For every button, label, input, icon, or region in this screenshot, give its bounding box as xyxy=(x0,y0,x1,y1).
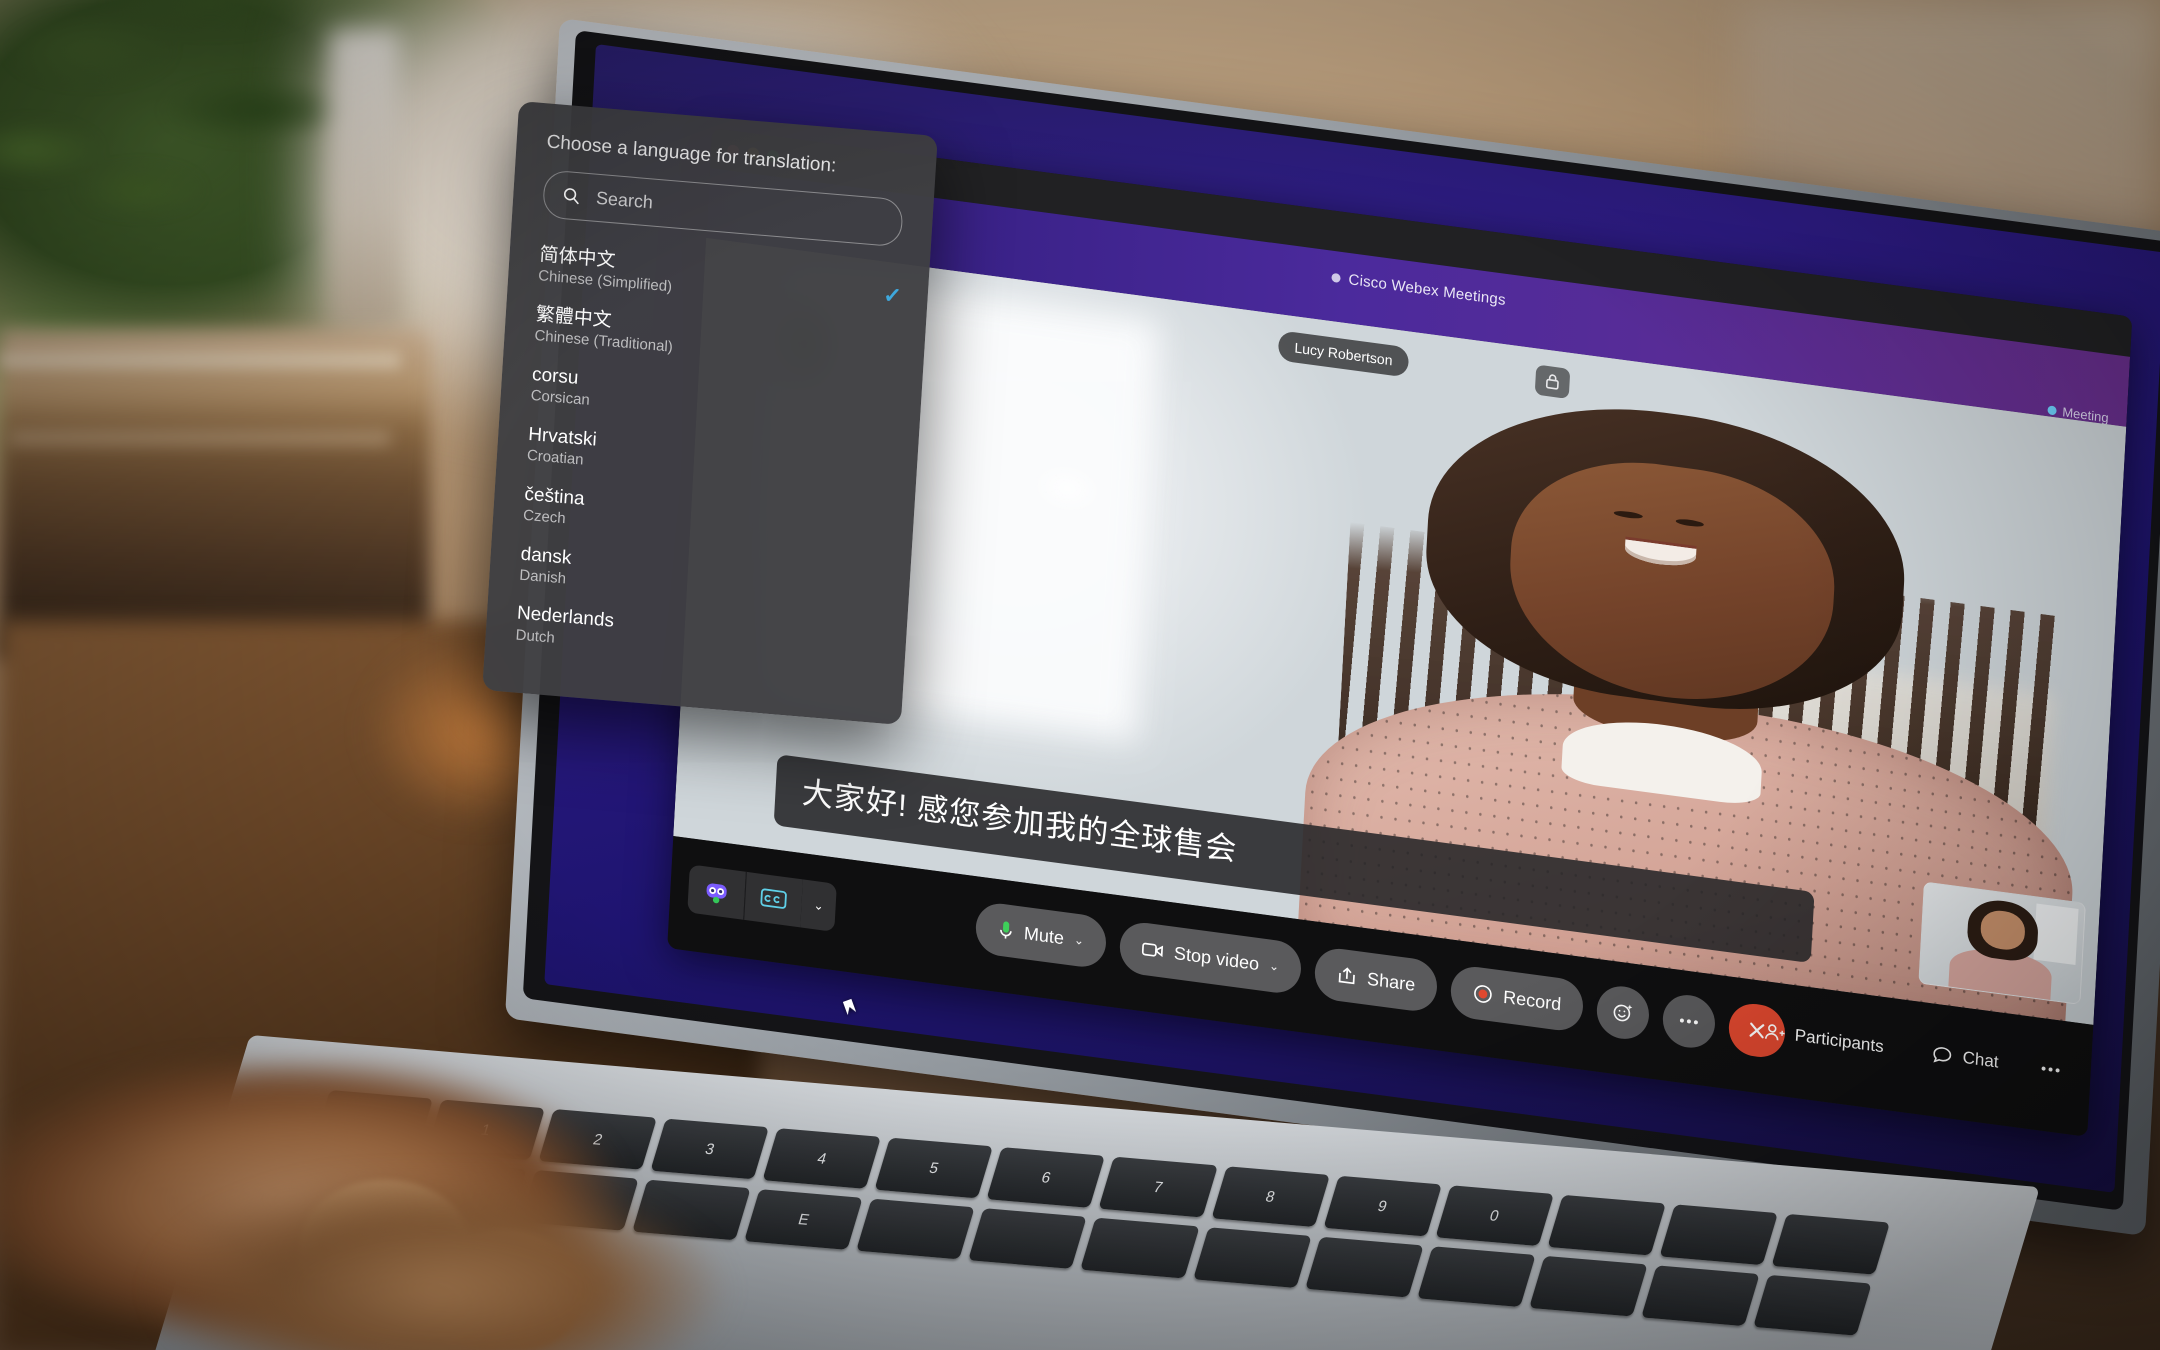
record-icon xyxy=(1474,985,1493,1003)
key[interactable] xyxy=(968,1208,1088,1269)
participants-label: Participants xyxy=(1794,1025,1885,1057)
share-label: Share xyxy=(1366,968,1416,995)
chevron-down-icon[interactable]: ⌄ xyxy=(800,879,837,932)
camera-icon xyxy=(1141,942,1164,958)
microphone-icon xyxy=(1000,921,1012,939)
cc-chevron-glyph: ⌄ xyxy=(813,897,824,914)
share-icon xyxy=(1338,967,1356,985)
share-button[interactable]: Share xyxy=(1313,945,1439,1014)
participant-name-text: Lucy Robertson xyxy=(1294,339,1393,369)
key[interactable] xyxy=(856,1198,976,1260)
key[interactable]: 7 xyxy=(1098,1156,1218,1218)
mute-chevron-icon[interactable]: ⌄ xyxy=(1074,933,1085,948)
chat-label: Chat xyxy=(1962,1047,2000,1072)
mute-button[interactable]: Mute ⌄ xyxy=(974,900,1108,970)
selected-check-icon: ✓ xyxy=(882,282,903,309)
lock-icon[interactable] xyxy=(1534,364,1571,399)
more-options-button[interactable] xyxy=(1661,991,1717,1051)
search-box[interactable] xyxy=(541,169,904,248)
self-view-thumbnail[interactable] xyxy=(1918,881,2086,1005)
chat-button[interactable]: Chat xyxy=(1912,1025,2018,1091)
participants-button[interactable]: Participants xyxy=(1744,1003,1903,1076)
key[interactable] xyxy=(1659,1204,1778,1266)
chat-bubble-icon xyxy=(1933,1047,1952,1063)
key[interactable] xyxy=(1640,1265,1760,1327)
stop-video-chevron-icon[interactable]: ⌄ xyxy=(1269,959,1280,974)
record-label: Record xyxy=(1502,986,1562,1014)
key[interactable] xyxy=(1304,1236,1424,1298)
ellipsis-icon xyxy=(2041,1066,2060,1073)
stop-video-button[interactable]: Stop video ⌄ xyxy=(1118,919,1303,996)
smiley-plus-icon xyxy=(1613,1004,1633,1022)
closed-caption-icon[interactable] xyxy=(743,871,803,928)
search-icon xyxy=(563,188,579,205)
eye-right xyxy=(1675,517,1705,528)
person-icon xyxy=(1765,1024,1785,1041)
caption-controls-group: ⌄ xyxy=(687,864,837,932)
ellipsis-icon xyxy=(1680,1018,1699,1025)
record-button[interactable]: Record xyxy=(1449,963,1585,1034)
mute-label: Mute xyxy=(1023,922,1065,948)
search-input[interactable] xyxy=(593,186,885,234)
user-hand xyxy=(150,1180,770,1350)
key[interactable] xyxy=(1547,1194,1666,1256)
key[interactable] xyxy=(1771,1213,1890,1275)
translation-language-panel: Choose a language for translation: 简体中文 … xyxy=(482,101,938,725)
key[interactable]: 6 xyxy=(986,1147,1106,1208)
self-view-window xyxy=(2033,903,2079,965)
key[interactable]: 4 xyxy=(762,1128,882,1189)
key[interactable]: 8 xyxy=(1210,1166,1330,1227)
key[interactable]: 5 xyxy=(874,1137,994,1199)
caption-text: 大家好! 感您参加我的全球售会 xyxy=(801,774,1239,868)
eye-left xyxy=(1613,509,1644,520)
key[interactable]: 9 xyxy=(1323,1175,1442,1237)
webex-logo-icon xyxy=(1331,272,1341,284)
meeting-dot-icon xyxy=(2047,405,2057,416)
key[interactable] xyxy=(1080,1217,1200,1279)
key[interactable] xyxy=(1753,1274,1872,1336)
smile xyxy=(1624,536,1697,570)
secondary-controls: Participants Chat xyxy=(1744,1003,2074,1098)
screenshot-stage: Cisco Webex Meetings Meeting Lucy Robert… xyxy=(0,0,2160,1350)
video-background-lamp xyxy=(1016,460,1113,593)
key[interactable] xyxy=(1416,1246,1536,1308)
stop-video-label: Stop video xyxy=(1173,942,1260,974)
language-list: 简体中文 Chinese (Simplified) ✓ 繁體中文 Chinese… xyxy=(514,235,903,684)
key[interactable] xyxy=(1192,1227,1312,1288)
reactions-button[interactable] xyxy=(1595,983,1651,1043)
overflow-menu-button[interactable] xyxy=(2027,1041,2074,1099)
assistant-icon[interactable] xyxy=(687,864,746,920)
key[interactable]: 0 xyxy=(1435,1185,1554,1247)
key[interactable] xyxy=(1528,1255,1648,1317)
